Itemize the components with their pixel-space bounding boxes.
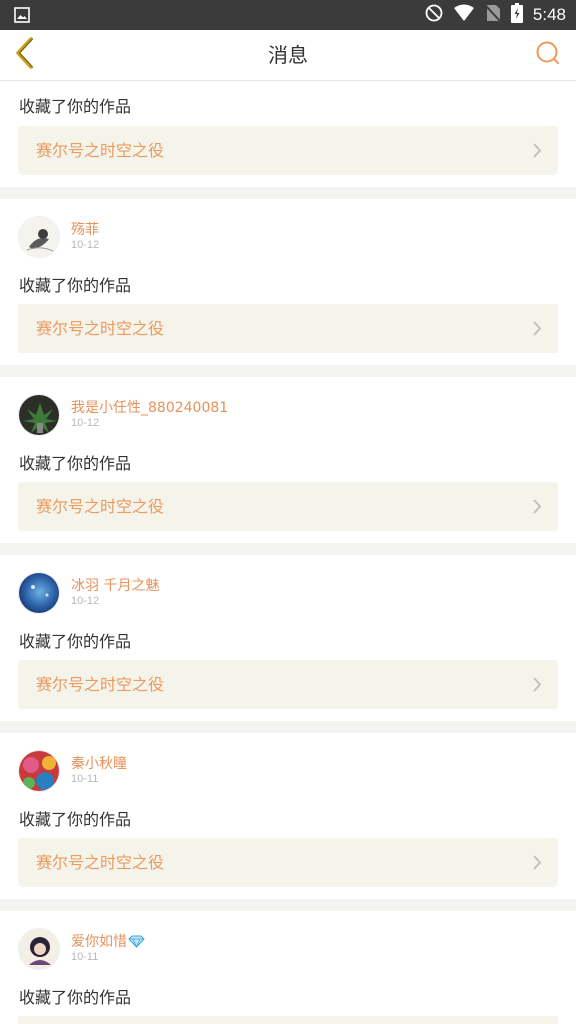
user-name[interactable]: 秦小秋瞳 [71,753,127,773]
search-button[interactable] [532,39,564,71]
list-item: 冰羽 千月之魅 10-12 收藏了你的作品 赛尔号之时空之役 [0,555,576,721]
chevron-right-icon [532,854,542,875]
search-icon [535,40,561,70]
work-title: 赛尔号之时空之役 [36,319,165,338]
work-title: 赛尔号之时空之役 [36,853,165,872]
message-list[interactable]: 收藏了你的作品 赛尔号之时空之役 殇菲 10-12 收藏了你的作品 赛尔号之时空… [0,81,576,1024]
user-name[interactable]: 我是小任性_880240081 [71,397,228,417]
user-name[interactable]: 殇菲 [71,219,99,239]
page-title: 消息 [268,43,308,67]
avatar[interactable] [18,216,60,258]
user-name[interactable]: 爱你如惜 [71,931,145,952]
list-item: 殇菲 10-12 收藏了你的作品 赛尔号之时空之役 [0,199,576,365]
dnd-icon [425,4,443,26]
message-date: 10-11 [71,951,99,963]
work-link[interactable]: 赛尔号之时空之役 [18,304,558,353]
list-item: 秦小秋瞳 10-11 收藏了你的作品 赛尔号之时空之役 [0,733,576,899]
chevron-right-icon [532,498,542,519]
message-date: 10-12 [71,595,100,607]
status-bar: 5:48 [0,0,576,30]
image-icon [14,7,30,27]
no-sim-icon [485,4,501,26]
avatar[interactable] [18,572,60,614]
work-link[interactable]: 赛尔号之时空之役 [18,126,558,175]
list-item: 我是小任性_880240081 10-12 收藏了你的作品 赛尔号之时空之役 [0,377,576,543]
work-title: 赛尔号之时空之役 [36,1016,164,1024]
app-bar: 消息 [0,30,576,81]
chevron-right-icon [532,320,542,341]
message-date: 10-12 [71,417,100,429]
action-text: 收藏了你的作品 [19,454,132,473]
avatar[interactable] [18,394,60,436]
work-link[interactable]: 赛尔号之时空之役 [18,482,558,531]
work-link[interactable]: 赛尔号之时空之役 [18,660,558,709]
action-text: 收藏了你的作品 [19,632,132,651]
action-text: 收藏了你的作品 [19,97,132,116]
avatar[interactable] [18,928,60,970]
status-time: 5:48 [532,5,566,24]
user-name[interactable]: 冰羽 千月之魅 [71,575,159,595]
wifi-icon [453,4,475,26]
chevron-right-icon [532,142,542,163]
action-text: 收藏了你的作品 [19,988,132,1007]
chevron-right-icon [532,676,542,697]
avatar[interactable] [18,750,60,792]
work-title: 赛尔号之时空之役 [36,675,165,694]
diamond-icon [128,935,145,952]
list-item: 收藏了你的作品 赛尔号之时空之役 [0,81,576,187]
list-item: 爱你如惜 10-11 收藏了你的作品 赛尔号之时空之役 [0,911,576,1024]
message-date: 10-11 [71,773,99,785]
user-name-text: 爱你如惜 [71,934,127,950]
work-title: 赛尔号之时空之役 [36,141,165,160]
battery-icon [510,3,523,27]
action-text: 收藏了你的作品 [19,276,132,295]
work-link[interactable]: 赛尔号之时空之役 [18,1016,558,1024]
work-link[interactable]: 赛尔号之时空之役 [18,838,558,887]
action-text: 收藏了你的作品 [19,810,132,829]
work-title: 赛尔号之时空之役 [36,497,165,516]
message-date: 10-12 [71,239,100,251]
